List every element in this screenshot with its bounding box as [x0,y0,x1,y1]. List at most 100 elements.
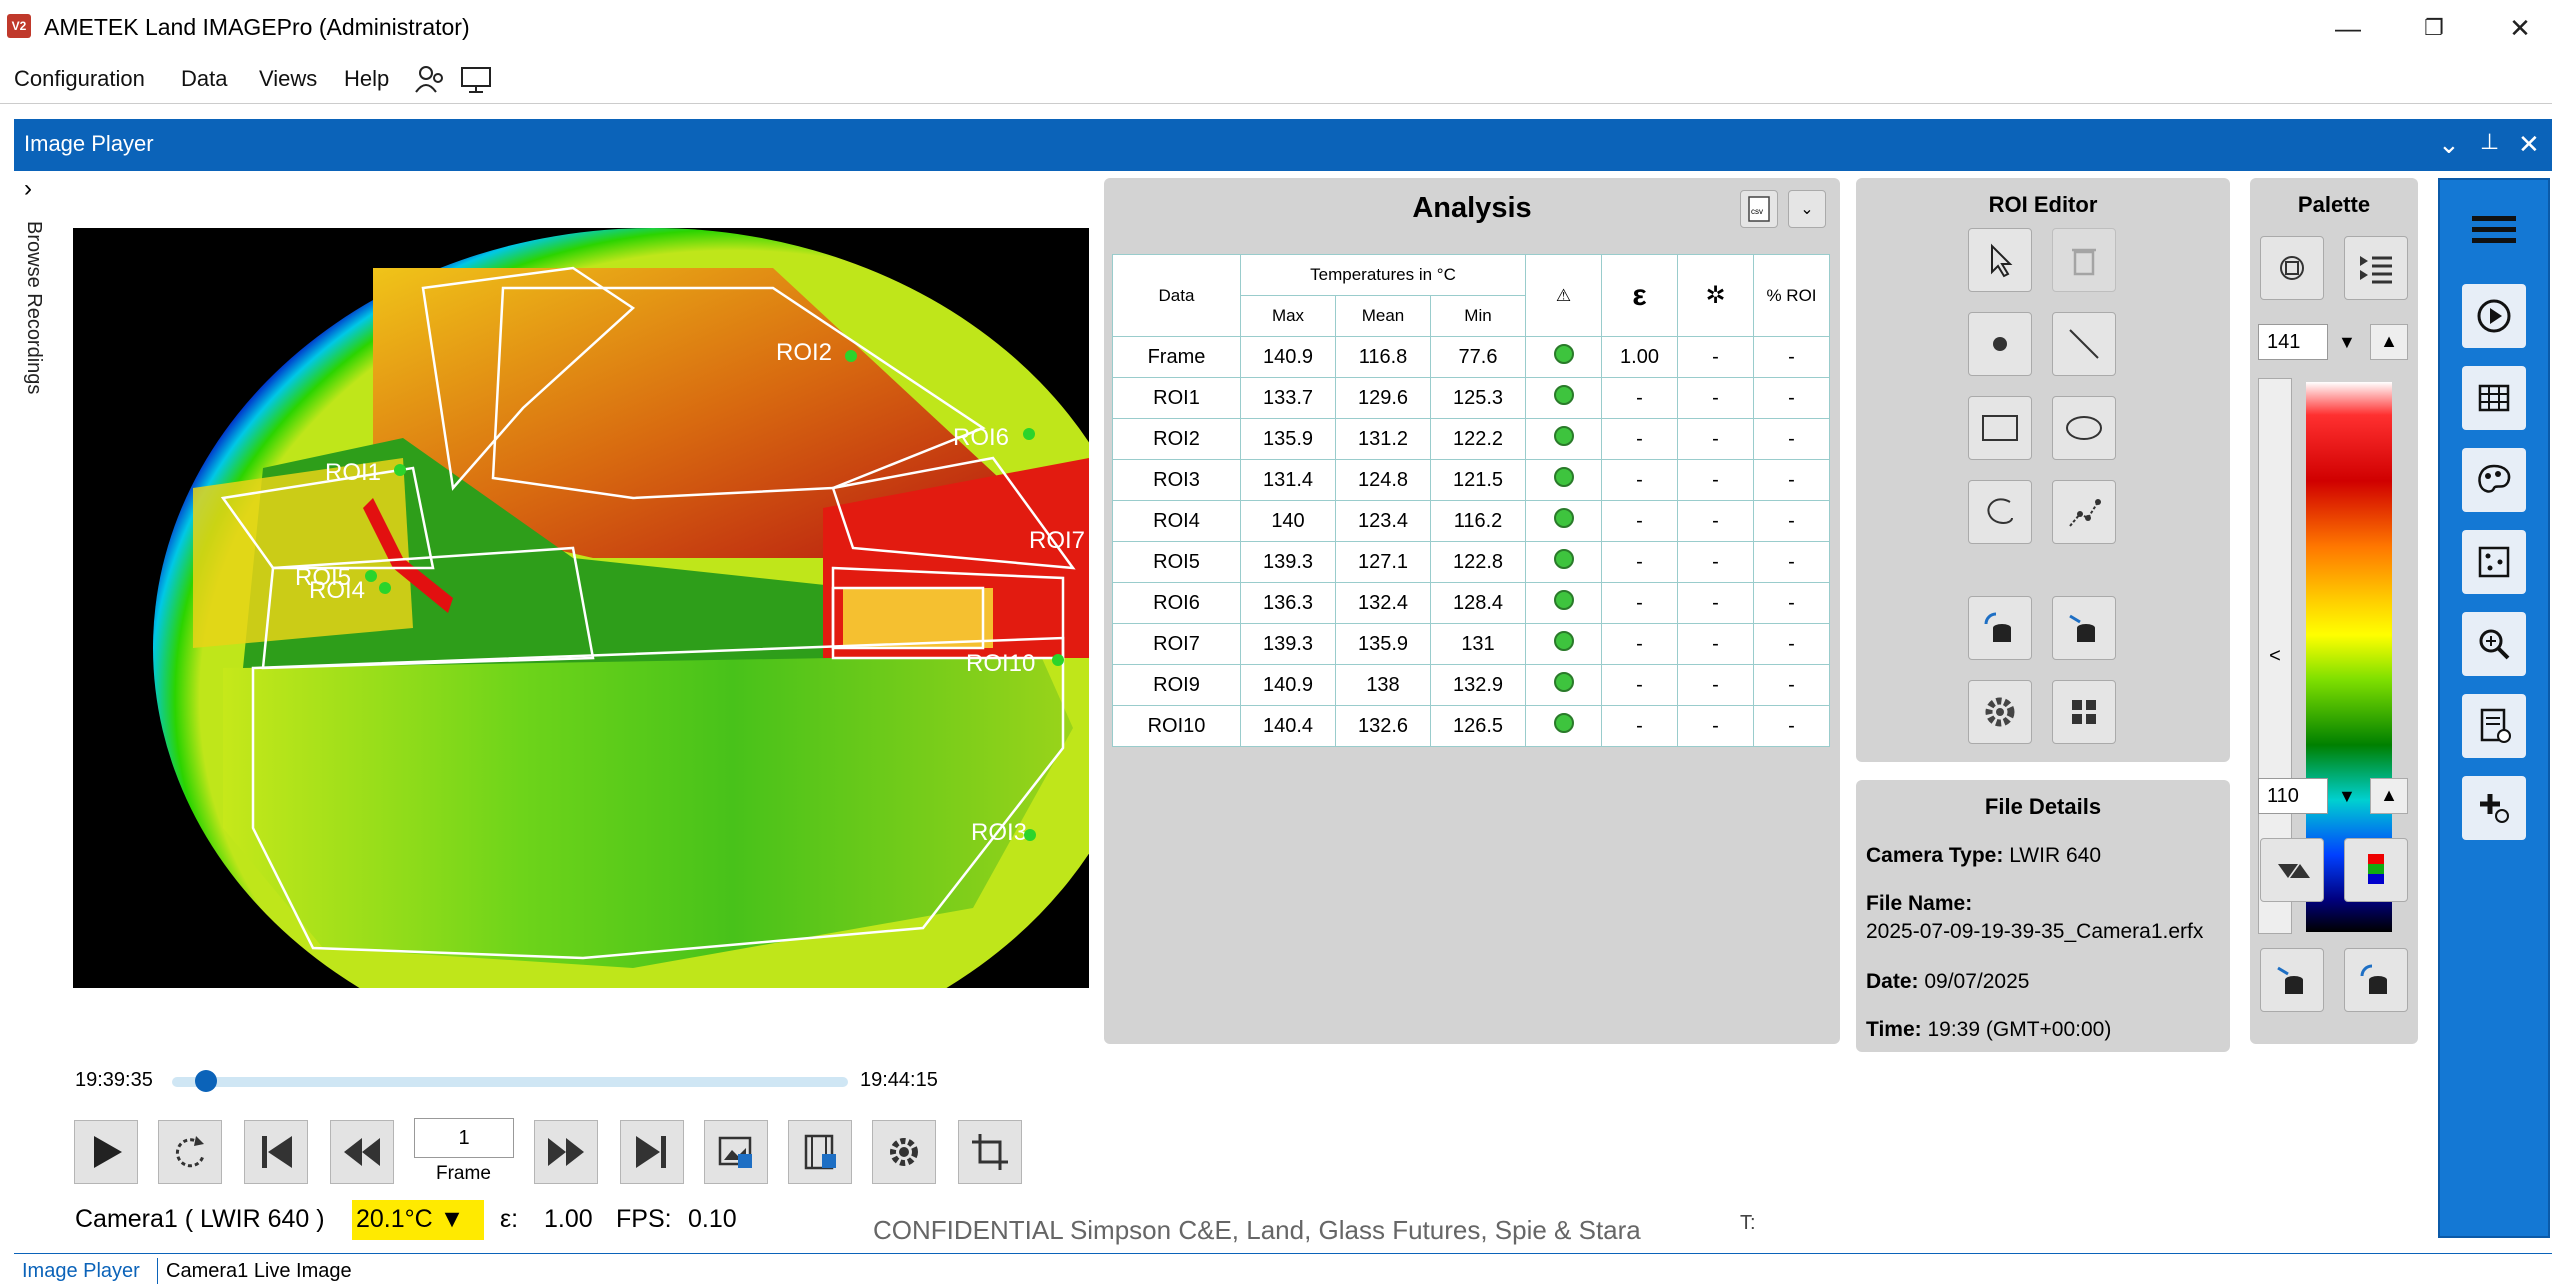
image-player-header: Image Player ⌄ ⊥ ✕ [14,119,2552,171]
close-button[interactable]: ✕ [2490,6,2550,50]
monitor-icon[interactable] [460,66,494,94]
player-settings-button[interactable] [872,1120,936,1184]
database-save-icon [2360,964,2387,994]
point-tool-button[interactable] [1968,312,2032,376]
users-icon[interactable] [414,64,448,96]
delete-roi-button[interactable] [2052,228,2116,292]
video-export-button[interactable] [788,1120,852,1184]
snowflake-icon: ✲ [1677,254,1754,337]
palette-min-up[interactable]: ▲ [2370,778,2408,814]
last-frame-button[interactable] [620,1120,684,1184]
table-cell: - [1753,459,1830,501]
col-mean: Mean [1335,295,1431,337]
table-cell: - [1677,623,1754,665]
expand-chevron-icon[interactable]: › [24,175,32,203]
tab-camera1-live[interactable]: Camera1 Live Image [166,1260,352,1283]
time-label: Time: [1866,1018,1922,1041]
palette-max-input[interactable]: 141 [2258,324,2328,360]
pointer-tool-button[interactable] [1968,228,2032,292]
palette-max-up[interactable]: ▲ [2370,324,2408,360]
hamburger-icon[interactable] [2472,210,2516,254]
add-item-icon[interactable] [2462,776,2526,840]
close-panel-icon[interactable]: ✕ [2518,129,2540,160]
table-row[interactable]: ROI5 139.3 127.1 122.8- - - [1112,541,1830,583]
frame-number-input[interactable]: 1 [414,1118,514,1158]
zoom-icon[interactable] [2462,612,2526,676]
line-tool-button[interactable] [2052,312,2116,376]
table-cell: 116.8 [1335,336,1431,378]
browse-recordings-strip[interactable]: › Browse Recordings [14,171,58,1246]
chevron-down-icon[interactable]: ⌄ [2438,129,2460,160]
table-cell: - [1677,582,1754,624]
table-cell: ROI5 [1112,541,1241,583]
roi-settings-button[interactable] [1968,680,2032,744]
palette-load-button[interactable] [2260,948,2324,1012]
table-cell: - [1601,664,1678,706]
rewind-button[interactable] [330,1120,394,1184]
palette-invert-button[interactable] [2260,838,2324,902]
table-cell: 139.3 [1240,541,1336,583]
palette-list-button[interactable] [2344,236,2408,300]
loop-button[interactable] [158,1120,222,1184]
palette-min-input[interactable]: 110 [2258,778,2328,814]
table-cell: 116.2 [1430,500,1526,542]
minimize-button[interactable]: — [2318,6,2378,50]
svg-text:csv: csv [1751,207,1763,216]
table-row[interactable]: ROI3 131.4 124.8 121.5- - - [1112,459,1830,501]
palette-save-button[interactable] [2344,948,2408,1012]
spot-view-icon[interactable] [2462,530,2526,594]
table-cell: - [1677,664,1754,706]
camera-type-label: Camera Type: [1866,844,2004,867]
status-dot-icon [1525,377,1602,419]
reference-temp-badge[interactable]: 20.1°C ▼ [352,1200,484,1240]
trash-icon [2072,248,2096,276]
snapshot-button[interactable] [704,1120,768,1184]
table-row[interactable]: ROI6 136.3 132.4 128.4- - - [1112,582,1830,624]
palette-min-down[interactable]: ▼ [2330,778,2364,815]
pin-icon[interactable]: ⊥ [2480,129,2499,155]
report-icon[interactable] [2462,694,2526,758]
table-cell: - [1601,459,1678,501]
chevron-down-icon[interactable]: ⌄ [1788,190,1826,228]
rectangle-tool-button[interactable] [1968,396,2032,460]
table-cell: 135.9 [1335,623,1431,665]
table-icon[interactable] [2462,366,2526,430]
load-roi-button[interactable] [1968,596,2032,660]
table-row[interactable]: ROI10 140.4 132.6 126.5- - - [1112,705,1830,747]
menu-help[interactable]: Help [338,64,395,94]
freehand-tool-button[interactable] [1968,480,2032,544]
table-cell: - [1677,377,1754,419]
ellipse-tool-button[interactable] [2052,396,2116,460]
csv-export-button[interactable]: csv [1740,190,1778,228]
first-frame-button[interactable] [244,1120,308,1184]
timeline-slider-knob[interactable] [194,1070,217,1092]
table-row[interactable]: ROI4 140 123.4 116.2- - - [1112,500,1830,542]
playback-icon[interactable] [2462,284,2526,348]
roi-layout-button[interactable] [2052,680,2116,744]
save-roi-button[interactable] [2052,596,2116,660]
palette-color-button[interactable] [2344,838,2408,902]
menu-data[interactable]: Data [175,64,233,94]
table-row[interactable]: Frame 140.9 116.8 77.6 1.00- - [1112,336,1830,378]
play-button[interactable] [74,1120,138,1184]
fast-forward-button[interactable] [534,1120,598,1184]
timeline-track[interactable] [172,1077,848,1087]
restore-button[interactable]: ❐ [2404,6,2464,50]
table-row[interactable]: ROI2 135.9 131.2 122.2- - - [1112,418,1830,460]
polyline-tool-button[interactable] [2052,480,2116,544]
polyline-icon [2069,499,2101,527]
tab-image-player[interactable]: Image Player [22,1260,140,1283]
palette-max-down[interactable]: ▼ [2330,324,2364,361]
auto-range-button[interactable] [2260,236,2324,300]
menu-views[interactable]: Views [253,64,323,94]
table-cell: 126.5 [1430,705,1526,747]
thermal-image[interactable]: ROI1 ROI2 ROI3 ROI4 ROI5 ROI6 ROI7 ROI10 [73,228,1089,988]
palette-icon[interactable] [2462,448,2526,512]
status-dot-icon [1525,582,1602,624]
database-load-icon [1984,612,2011,642]
menu-configuration[interactable]: Configuration [8,64,151,94]
crop-button[interactable] [958,1120,1022,1184]
table-row[interactable]: ROI9 140.9 138 132.9- - - [1112,664,1830,706]
table-row[interactable]: ROI1 133.7 129.6 125.3- - - [1112,377,1830,419]
table-row[interactable]: ROI7 139.3 135.9 131- - - [1112,623,1830,665]
